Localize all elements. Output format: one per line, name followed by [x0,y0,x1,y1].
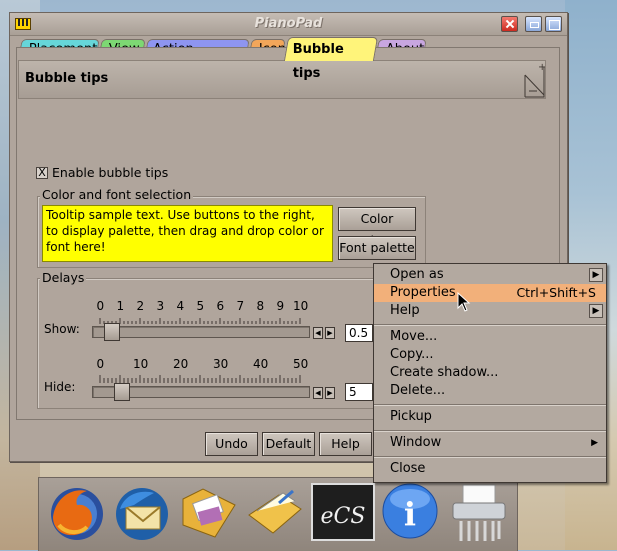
menu-item-copy[interactable]: Copy... [374,346,606,364]
delays-group-label: Delays [40,270,87,285]
enable-bubble-tips-checkbox[interactable]: X [36,167,48,179]
show-scale-label: 10 [293,299,309,313]
menu-separator [374,430,606,432]
show-scale-label: 3 [156,299,165,313]
show-delay-field[interactable]: 0.5 [345,324,373,342]
color-palette-button[interactable]: Color palette [338,207,416,248]
page-title: Bubble tips [25,71,109,86]
notes-icon[interactable] [243,481,307,545]
enable-bubble-tips-label: Enable bubble tips [52,165,169,180]
menu-item-move[interactable]: Move... [374,328,606,346]
menu-item-delete[interactable]: Delete... [374,382,606,400]
mouse-pointer-icon [457,292,471,312]
shredder-icon[interactable] [447,481,511,545]
submenu-arrow-icon[interactable]: ▶ [589,304,603,318]
svg-text:eCS: eCS [321,504,366,529]
hide-scale-label: 20 [173,357,189,371]
firefox-icon[interactable] [45,481,109,545]
info-icon[interactable]: i [378,481,442,545]
properties-accelerator: Ctrl+Shift+S [516,285,596,300]
thunderbird-icon[interactable] [110,481,174,545]
show-increase-arrow-icon[interactable]: ▶ [325,327,335,339]
page-turn-corner-icon[interactable]: + [523,61,545,98]
help-button[interactable]: Help [319,432,372,456]
show-scale-label: 1 [116,299,125,313]
maximize-window-button[interactable] [545,16,562,32]
title-bar[interactable]: PianoPad [10,13,567,36]
show-slider-thumb[interactable] [104,323,120,341]
hide-scale-label: 0 [96,357,105,371]
hide-scale-label: 30 [213,357,229,371]
show-ticks [99,318,301,324]
submenu-arrow-icon[interactable]: ▶ [589,268,603,282]
show-scale-label: 0 [96,299,105,313]
svg-text:+: + [538,62,545,73]
menu-item-create-shadow[interactable]: Create shadow... [374,364,606,382]
show-decrease-arrow-icon[interactable]: ◀ [313,327,323,339]
close-window-button[interactable] [501,16,518,32]
show-scale-label: 6 [216,299,225,313]
tab-bubble-tips[interactable]: Bubble tips [283,37,379,81]
show-scale-label: 2 [136,299,145,313]
show-delay-slider[interactable] [92,326,310,338]
page-header: Bubble tips + [18,60,546,99]
menu-item-open-as[interactable]: Open as ▶ [374,266,606,284]
hide-scale-label: 40 [253,357,269,371]
show-label: Show: [44,322,80,336]
restore-window-button[interactable] [525,16,542,32]
menu-item-close[interactable]: Close [374,460,606,478]
folder-icon[interactable] [177,481,241,545]
menu-item-help[interactable]: Help ▶ [374,302,606,320]
hide-slider-thumb[interactable] [114,383,130,401]
hide-increase-arrow-icon[interactable]: ▶ [325,387,335,399]
window-submenu-arrow-icon: ▶ [591,438,598,448]
undo-button[interactable]: Undo [205,432,258,456]
hide-decrease-arrow-icon[interactable]: ◀ [313,387,323,399]
show-scale-label: 8 [256,299,265,313]
menu-item-pickup[interactable]: Pickup [374,408,606,426]
menu-item-window[interactable]: Window ▶ [374,434,606,452]
color-font-group-label: Color and font selection [40,187,194,202]
svg-text:i: i [404,495,416,533]
show-scale-label: 4 [176,299,185,313]
tooltip-sample-text[interactable]: Tooltip sample text. Use buttons to the … [42,205,333,262]
hide-ticks [99,375,301,383]
menu-separator [374,404,606,406]
show-scale-label: 7 [236,299,245,313]
hide-delay-field[interactable]: 5 [345,383,373,401]
hide-scale-label: 50 [293,357,309,371]
font-palette-button[interactable]: Font palette [338,236,416,260]
context-menu: Open as ▶ Properties Ctrl+Shift+S Help ▶ Mo… [373,263,607,483]
show-scale-label: 9 [276,299,285,313]
default-button[interactable]: Default [262,432,315,456]
ecs-icon[interactable]: eCS [311,483,375,547]
show-scale-label: 5 [196,299,205,313]
hide-scale-label: 10 [133,357,149,371]
window-title: PianoPad [254,16,323,31]
menu-separator [374,456,606,458]
hide-label: Hide: [44,380,76,394]
menu-separator [374,324,606,326]
menu-item-properties[interactable]: Properties Ctrl+Shift+S [374,284,606,302]
